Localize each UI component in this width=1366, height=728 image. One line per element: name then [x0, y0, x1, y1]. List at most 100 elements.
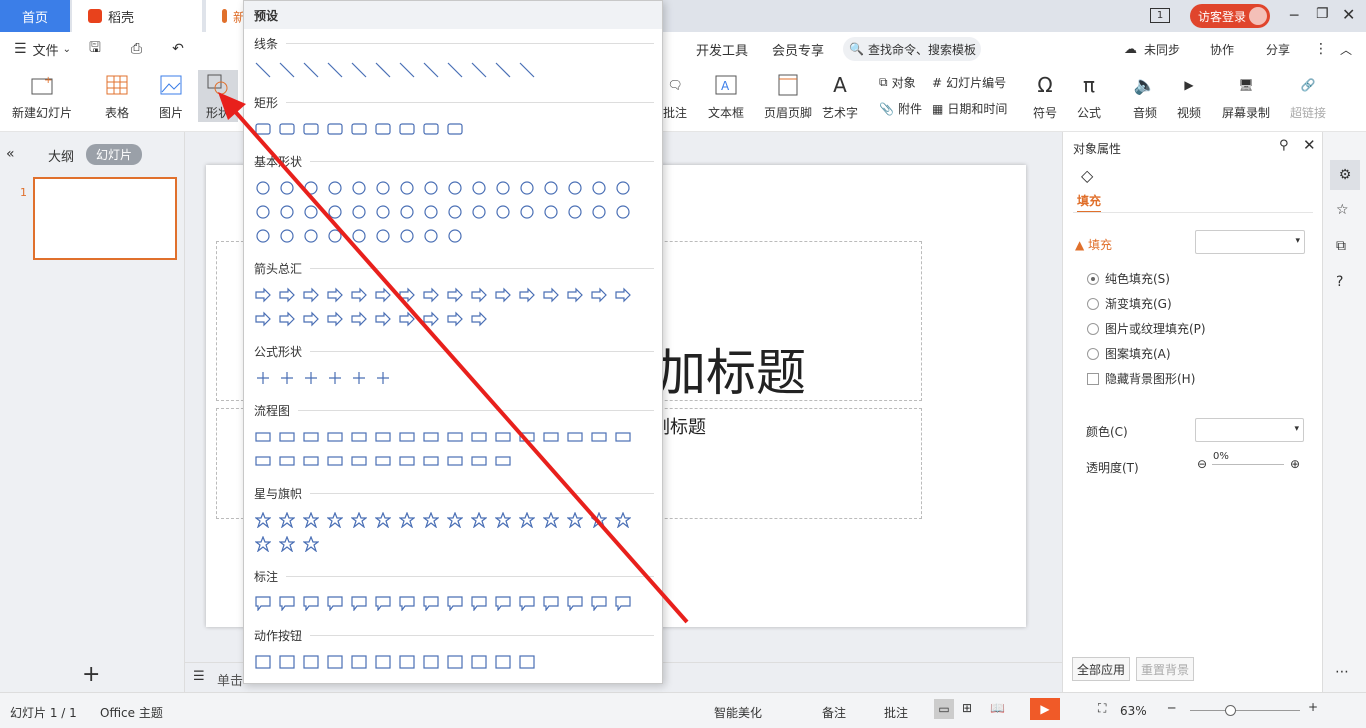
- arrow-shape-icon[interactable]: [468, 308, 489, 329]
- basic-shape-icon[interactable]: [276, 201, 297, 222]
- datetime-button[interactable]: ▦ 日期和时间: [932, 100, 1007, 117]
- action-shape-icon[interactable]: [444, 651, 465, 672]
- basic-shape-icon[interactable]: [420, 177, 441, 198]
- new-slide-button[interactable]: + 新建幻灯片: [12, 72, 72, 121]
- pattern-fill-radio[interactable]: 图案填充(A): [1087, 345, 1171, 362]
- attachment-button[interactable]: 📎 附件: [879, 100, 922, 117]
- math-shape-icon[interactable]: [324, 367, 345, 388]
- basic-shape-icon[interactable]: [516, 177, 537, 198]
- audio-button[interactable]: 🔈 音频: [1132, 72, 1158, 121]
- line-shape-icon[interactable]: [516, 59, 537, 80]
- minimize-button[interactable]: ─: [1290, 8, 1298, 24]
- wordart-button[interactable]: A 艺术字: [822, 72, 858, 121]
- line-shape-icon[interactable]: [420, 59, 441, 80]
- color-select[interactable]: ▾: [1195, 418, 1304, 442]
- file-menu[interactable]: 文件: [33, 40, 59, 59]
- arrow-shape-icon[interactable]: [420, 308, 441, 329]
- basic-shape-icon[interactable]: [276, 225, 297, 246]
- basic-shape-icon[interactable]: [492, 201, 513, 222]
- callout-shape-icon[interactable]: [540, 592, 561, 613]
- arrow-shape-icon[interactable]: [300, 308, 321, 329]
- vertical-scrollbar[interactable]: [1048, 140, 1058, 650]
- arrow-shape-icon[interactable]: [540, 284, 561, 305]
- star-shape-icon[interactable]: [348, 509, 369, 530]
- action-shape-icon[interactable]: [468, 651, 489, 672]
- callout-shape-icon[interactable]: [348, 592, 369, 613]
- basic-shape-icon[interactable]: [588, 201, 609, 222]
- action-shape-icon[interactable]: [300, 651, 321, 672]
- fill-select[interactable]: ▾: [1195, 230, 1305, 254]
- math-shape-icon[interactable]: [252, 367, 273, 388]
- fill-section-label[interactable]: ▲ 填充: [1075, 236, 1112, 253]
- arrow-shape-icon[interactable]: [324, 284, 345, 305]
- basic-shape-icon[interactable]: [300, 177, 321, 198]
- beautify-button[interactable]: 智能美化: [714, 704, 762, 721]
- zoom-in-icon[interactable]: +: [1308, 700, 1318, 714]
- comment-button[interactable]: 🗨 批注: [662, 72, 688, 121]
- close-button[interactable]: ✕: [1342, 5, 1355, 24]
- collapse-panel-icon[interactable]: «: [6, 146, 15, 162]
- callout-shape-icon[interactable]: [468, 592, 489, 613]
- more-icon[interactable]: ⋯: [1335, 664, 1349, 680]
- arrow-shape-icon[interactable]: [252, 284, 273, 305]
- line-shape-icon[interactable]: [276, 59, 297, 80]
- animation-icon[interactable]: ☆: [1336, 202, 1349, 218]
- arrow-shape-icon[interactable]: [276, 284, 297, 305]
- flow-shape-icon[interactable]: [324, 426, 345, 447]
- star-shape-icon[interactable]: [588, 509, 609, 530]
- arrow-shape-icon[interactable]: [564, 284, 585, 305]
- star-shape-icon[interactable]: [516, 509, 537, 530]
- properties-icon[interactable]: ⚙: [1330, 160, 1360, 190]
- flow-shape-icon[interactable]: [420, 426, 441, 447]
- basic-shape-icon[interactable]: [564, 201, 585, 222]
- add-slide-icon[interactable]: +: [82, 662, 100, 687]
- minus-icon[interactable]: ⊖: [1197, 457, 1207, 471]
- callout-shape-icon[interactable]: [300, 592, 321, 613]
- star-shape-icon[interactable]: [300, 533, 321, 554]
- star-shape-icon[interactable]: [324, 509, 345, 530]
- action-shape-icon[interactable]: [276, 651, 297, 672]
- basic-shape-icon[interactable]: [372, 225, 393, 246]
- arrow-shape-icon[interactable]: [468, 284, 489, 305]
- basic-shape-icon[interactable]: [324, 225, 345, 246]
- panel-title[interactable]: 对象属性: [1073, 140, 1121, 157]
- flow-shape-icon[interactable]: [300, 450, 321, 471]
- apply-all-button[interactable]: 全部应用: [1072, 657, 1130, 681]
- window-count-icon[interactable]: 1: [1150, 8, 1170, 23]
- transition-icon[interactable]: ⧉: [1336, 238, 1346, 254]
- rect-shape-icon[interactable]: [324, 118, 345, 139]
- arrow-shape-icon[interactable]: [492, 284, 513, 305]
- rect-shape-icon[interactable]: [348, 118, 369, 139]
- math-shape-icon[interactable]: [276, 367, 297, 388]
- flow-shape-icon[interactable]: [468, 426, 489, 447]
- play-button[interactable]: ▶: [1030, 698, 1060, 720]
- formula-button[interactable]: π 公式: [1076, 72, 1102, 121]
- callout-shape-icon[interactable]: [612, 592, 633, 613]
- rect-shape-icon[interactable]: [252, 118, 273, 139]
- callout-shape-icon[interactable]: [420, 592, 441, 613]
- textbox-button[interactable]: A 文本框: [708, 72, 744, 121]
- basic-shape-icon[interactable]: [300, 225, 321, 246]
- arrow-shape-icon[interactable]: [420, 284, 441, 305]
- flow-shape-icon[interactable]: [588, 426, 609, 447]
- normal-view-icon[interactable]: ▭: [934, 699, 954, 719]
- plus-icon[interactable]: ⊕: [1290, 457, 1300, 471]
- callout-shape-icon[interactable]: [396, 592, 417, 613]
- action-shape-icon[interactable]: [396, 651, 417, 672]
- fill-tab[interactable]: 填充: [1077, 192, 1102, 213]
- action-shape-icon[interactable]: [372, 651, 393, 672]
- action-shape-icon[interactable]: [492, 651, 513, 672]
- star-shape-icon[interactable]: [492, 509, 513, 530]
- callout-shape-icon[interactable]: [516, 592, 537, 613]
- collab-button[interactable]: 协作: [1210, 41, 1234, 58]
- line-shape-icon[interactable]: [468, 59, 489, 80]
- basic-shape-icon[interactable]: [420, 225, 441, 246]
- basic-shape-icon[interactable]: [468, 201, 489, 222]
- hamburger-icon[interactable]: ☰: [14, 41, 27, 57]
- callout-shape-icon[interactable]: [252, 592, 273, 613]
- video-button[interactable]: ▶ 视频: [1176, 72, 1202, 121]
- basic-shape-icon[interactable]: [252, 225, 273, 246]
- flow-shape-icon[interactable]: [348, 450, 369, 471]
- slides-tab[interactable]: 幻灯片: [86, 144, 143, 165]
- basic-shape-icon[interactable]: [348, 177, 369, 198]
